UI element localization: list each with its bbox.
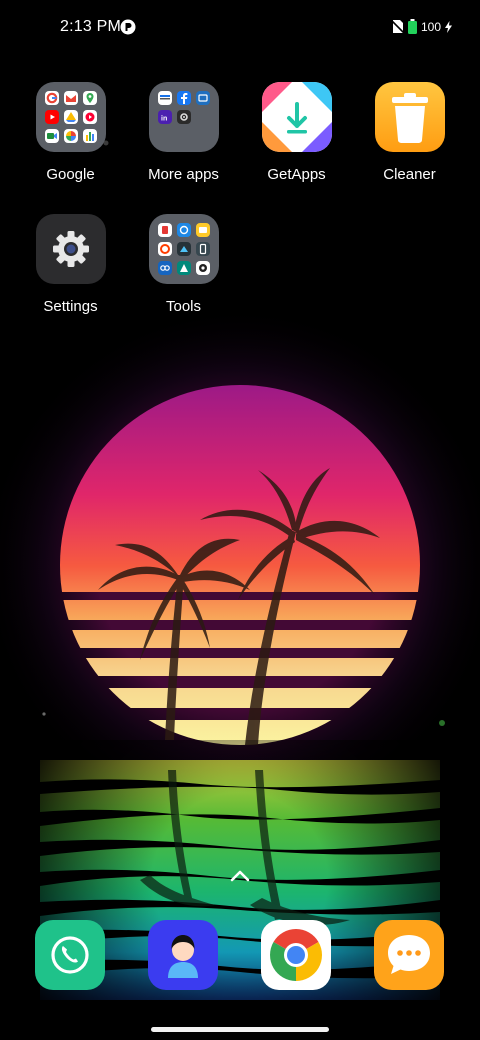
svg-text:in: in — [161, 116, 167, 123]
app-settings[interactable]: Settings — [14, 214, 127, 315]
chevron-up-icon[interactable] — [228, 866, 252, 886]
getapps-icon — [261, 82, 332, 152]
contacts-icon — [168, 935, 198, 978]
status-right-group: 100 — [391, 19, 452, 34]
app-tools-folder[interactable]: Tools — [127, 214, 240, 315]
dock-messages[interactable] — [374, 920, 444, 990]
chrome-icon — [270, 929, 322, 981]
notification-app-icon — [120, 19, 136, 35]
gesture-home-bar[interactable] — [151, 1027, 329, 1032]
app-label-more-apps: More apps — [148, 166, 219, 183]
app-cleaner[interactable]: Cleaner — [353, 82, 466, 183]
gear-icon — [35, 214, 106, 284]
messages-icon — [388, 935, 430, 974]
trash-icon — [374, 82, 445, 152]
app-label-google: Google — [46, 166, 95, 183]
phone-icon — [51, 936, 89, 974]
tools-folder-icon — [148, 214, 219, 284]
status-bar: 2:13 PM 100 — [0, 0, 480, 56]
app-more-apps-folder[interactable]: in More apps — [127, 82, 240, 183]
no-sim-icon — [391, 20, 404, 34]
app-google-folder[interactable]: Google — [14, 82, 127, 183]
google-folder-icon — [35, 82, 106, 152]
app-label-settings: Settings — [43, 298, 98, 315]
dock-phone[interactable] — [35, 920, 105, 990]
dock-chrome[interactable] — [261, 920, 331, 990]
app-label-getapps: GetApps — [267, 166, 326, 183]
battery-icon — [407, 19, 417, 34]
more-apps-folder-icon: in — [148, 82, 219, 152]
charging-bolt-icon — [445, 20, 452, 33]
app-label-cleaner: Cleaner — [383, 166, 436, 183]
dock — [0, 920, 480, 992]
app-getapps[interactable]: GetApps — [240, 82, 353, 183]
battery-percentage: 100 — [420, 19, 441, 34]
status-time: 2:13 PM — [60, 18, 121, 35]
dock-contacts[interactable] — [148, 920, 218, 990]
app-label-tools: Tools — [165, 298, 202, 315]
